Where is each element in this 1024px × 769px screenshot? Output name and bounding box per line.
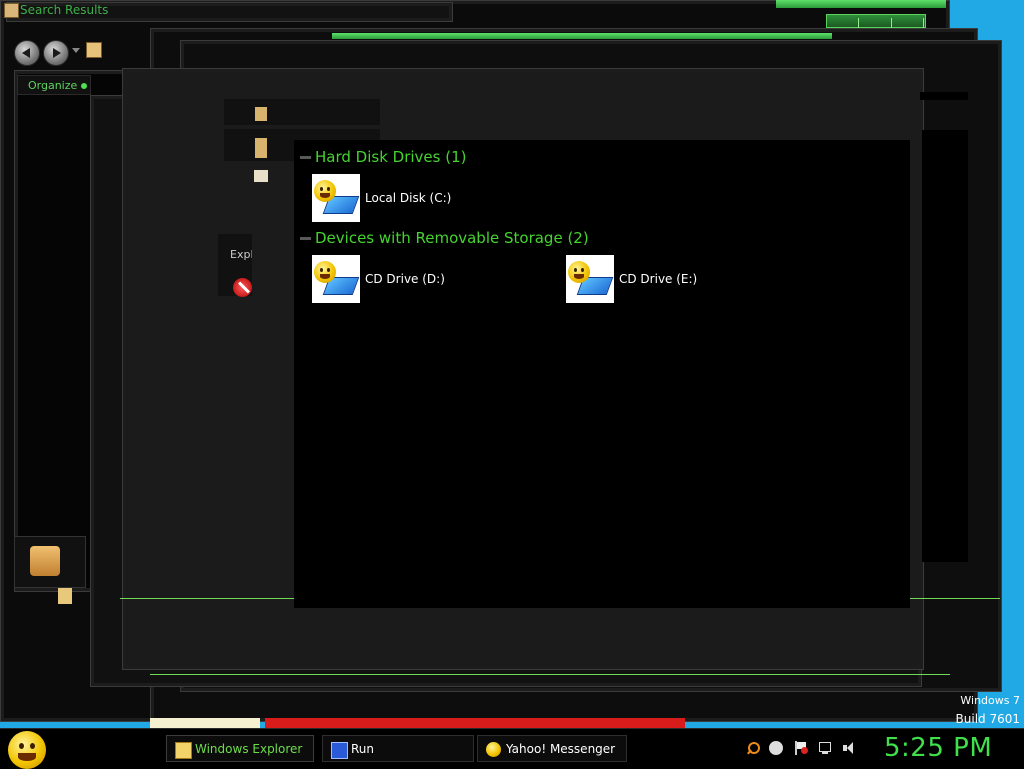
- green-edge-line: [150, 674, 950, 675]
- volume-icon[interactable]: [842, 741, 856, 755]
- small-folder-icon: [58, 588, 72, 604]
- side-panel-label: Expl: [230, 248, 252, 261]
- forward-button[interactable]: [43, 40, 69, 66]
- title-glow-bar-2: [332, 33, 832, 39]
- drive-item-e[interactable]: CD Drive (E:): [566, 255, 766, 303]
- group-header-removable[interactable]: Devices with Removable Storage (2): [300, 229, 589, 247]
- drive-label: CD Drive (D:): [365, 272, 445, 286]
- search-icon[interactable]: [746, 741, 760, 755]
- action-center-flag-icon[interactable]: [794, 741, 808, 755]
- run-icon: [331, 742, 348, 759]
- organize-button[interactable]: Organize: [17, 75, 91, 95]
- group-header-hard-disk[interactable]: Hard Disk Drives (1): [300, 148, 466, 166]
- desktop-strip: [265, 718, 685, 728]
- back-button[interactable]: [14, 40, 40, 66]
- window-app-icon: [4, 3, 19, 18]
- right-fragment: [920, 92, 968, 100]
- drive-label: Local Disk (C:): [365, 191, 452, 205]
- nav-pane-strip: [224, 99, 380, 125]
- desktop-strip-2: [150, 718, 260, 728]
- right-fragment-2: [922, 130, 968, 562]
- folder-icon: [255, 107, 267, 121]
- messenger-status-icon[interactable]: [769, 741, 783, 755]
- network-icon[interactable]: [818, 741, 832, 755]
- drive-item-c[interactable]: Local Disk (C:): [312, 174, 512, 222]
- taskbar-windows-explorer[interactable]: Windows Explorer: [166, 735, 314, 762]
- drive-icon: [312, 255, 360, 303]
- drive-icon: [566, 255, 614, 303]
- folder-icon: [255, 138, 267, 158]
- folder-icon: [175, 742, 192, 759]
- start-button[interactable]: [8, 731, 46, 769]
- window-title: Search Results: [20, 3, 109, 17]
- smiley-icon: [486, 742, 501, 757]
- history-dropdown-icon[interactable]: [72, 48, 80, 53]
- clock[interactable]: 5:25 PM: [884, 733, 992, 763]
- folder-icon: [254, 170, 268, 182]
- drive-icon: [312, 174, 360, 222]
- window-controls-1[interactable]: [826, 14, 926, 30]
- taskbar-yahoo-messenger[interactable]: Yahoo! Messenger: [477, 735, 627, 762]
- title-glow-bar: [776, 0, 946, 8]
- drive-item-d[interactable]: CD Drive (D:): [312, 255, 512, 303]
- taskbar-run[interactable]: Run: [322, 735, 474, 762]
- user-folder-icon: [30, 546, 60, 576]
- drive-list-pane: Hard Disk Drives (1) Local Disk (C:) Dev…: [294, 140, 910, 608]
- address-folder-icon: [86, 42, 102, 58]
- watermark-line1: Windows 7: [960, 694, 1020, 707]
- drive-label: CD Drive (E:): [619, 272, 698, 286]
- error-icon: [233, 278, 252, 297]
- watermark-line2: Build 7601: [955, 712, 1020, 726]
